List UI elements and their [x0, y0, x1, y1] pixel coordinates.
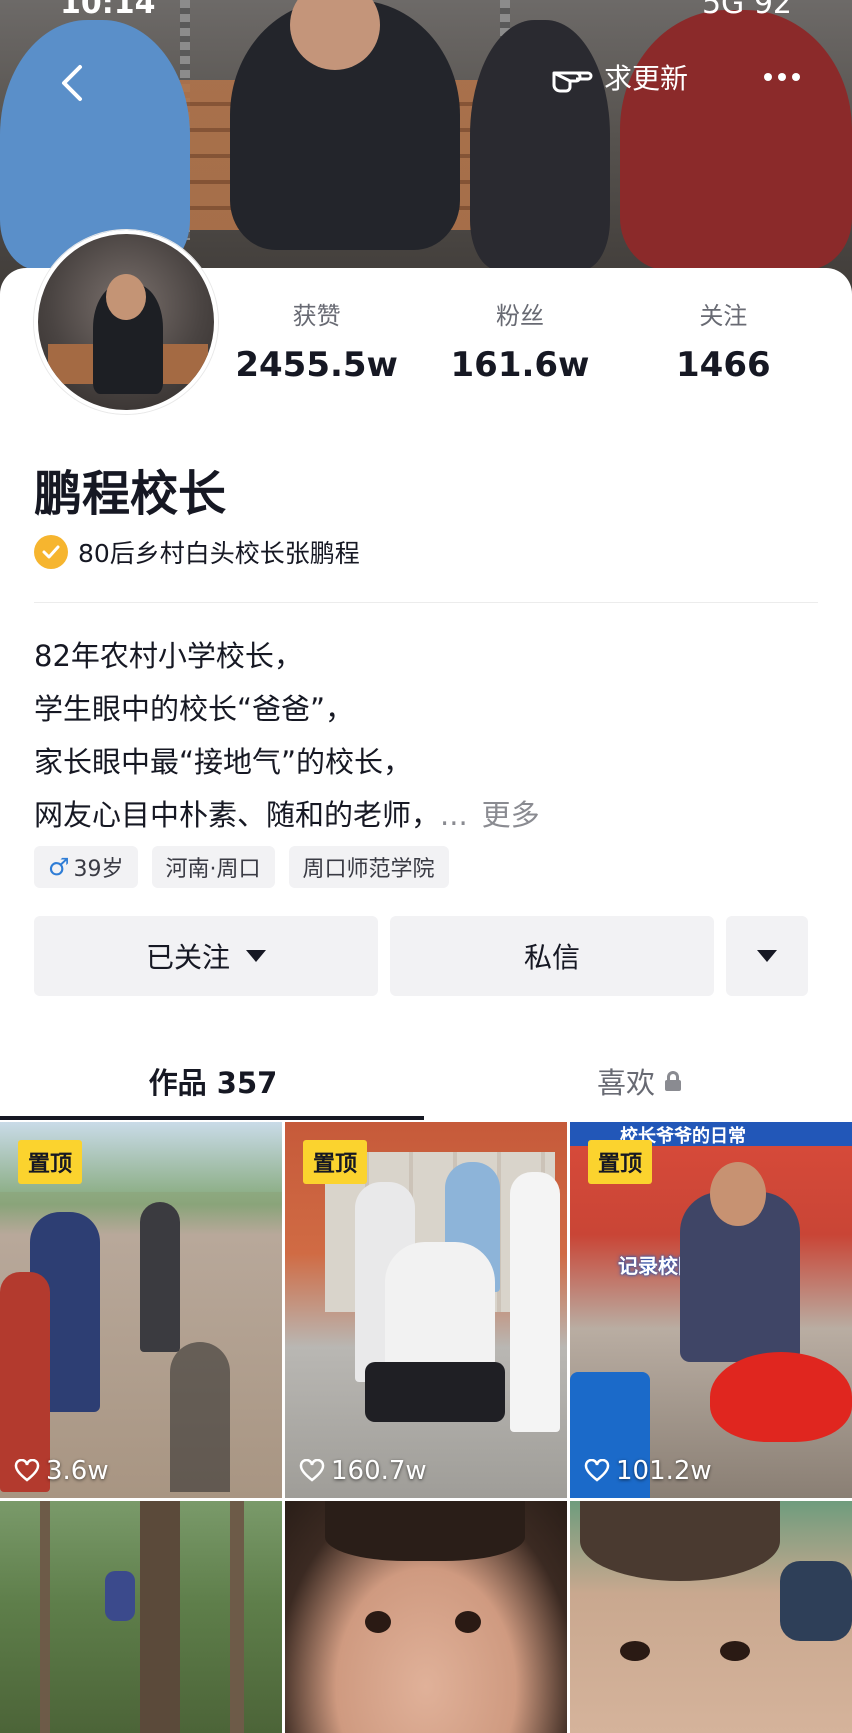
- dot-icon: [792, 73, 800, 81]
- scene-hair: [325, 1501, 525, 1561]
- divider: [34, 602, 818, 603]
- video-thumbnail[interactable]: 置顶 3.6w: [0, 1122, 282, 1498]
- bio-line-last: 网友心目中朴素、随和的老师，... 更多: [34, 789, 540, 842]
- video-thumbnail[interactable]: [285, 1501, 567, 1733]
- stat-likes[interactable]: 获赞 2455.5w: [215, 296, 418, 386]
- scene-principal-face: [710, 1162, 766, 1226]
- stat-label: 关注: [699, 302, 748, 330]
- status-time: 10:14: [60, 0, 156, 21]
- scene-person: [105, 1571, 135, 1621]
- scene-tree: [140, 1501, 180, 1733]
- video-likes: 160.7w: [299, 1456, 427, 1486]
- scene-tree: [40, 1501, 50, 1733]
- verified-title: 80后乡村白头校长张鹏程: [34, 534, 360, 570]
- profile-stats: 获赞 2455.5w 粉丝 161.6w 关注 1466: [215, 296, 825, 386]
- bio-line: 网友心目中朴素、随和的老师，: [34, 798, 441, 832]
- video-likes-count: 160.7w: [331, 1456, 427, 1486]
- caret-down-icon: [246, 950, 266, 962]
- video-grid: 置顶 3.6w 置顶 160.7w 校长爷爷的日常 记录校园故事 置顶 101.…: [0, 1122, 852, 1733]
- tag-location[interactable]: 河南·周口: [151, 846, 275, 888]
- video-likes: 3.6w: [14, 1456, 109, 1486]
- pinned-badge: 置顶: [303, 1140, 368, 1184]
- request-update-button[interactable]: 求更新: [540, 52, 720, 102]
- tag-age: ♂ 39岁: [34, 846, 138, 888]
- message-label: 私信: [523, 941, 580, 974]
- profile-actions: 已关注 私信: [34, 916, 808, 996]
- following-button[interactable]: 已关注: [34, 916, 378, 996]
- chevron-left-icon: [62, 65, 82, 101]
- profile-tags: ♂ 39岁 河南·周口 周口师范学院: [34, 846, 449, 888]
- scene-student: [140, 1202, 180, 1352]
- dot-icon: [778, 73, 786, 81]
- content-tabs: 作品 357 喜欢: [0, 1042, 852, 1120]
- tab-likes[interactable]: 喜欢: [426, 1042, 852, 1120]
- video-thumbnail[interactable]: [570, 1501, 852, 1733]
- stat-value: 161.6w: [450, 345, 590, 385]
- caret-down-icon: [757, 950, 777, 962]
- message-button[interactable]: 私信: [390, 916, 714, 996]
- profile-bio[interactable]: 82年农村小学校长， 学生眼中的校长“爸爸”， 家长眼中最“接地气”的校长， 网…: [34, 630, 540, 842]
- dot-icon: [764, 73, 772, 81]
- scene-eye: [720, 1641, 750, 1661]
- tag-school-text: 周口师范学院: [302, 857, 435, 882]
- scene-eye: [620, 1641, 650, 1661]
- tab-likes-label: 喜欢: [596, 1066, 655, 1100]
- tab-works[interactable]: 作品 357: [0, 1042, 426, 1120]
- tab-works-label: 作品 357: [148, 1066, 278, 1100]
- video-thumbnail[interactable]: 校长爷爷的日常 记录校园故事 置顶 101.2w: [570, 1122, 852, 1498]
- pointing-hand-icon: [552, 71, 593, 93]
- profile-name: 鹏程校长: [34, 466, 227, 522]
- scene-basin: [710, 1352, 852, 1442]
- scene-eye: [455, 1611, 481, 1633]
- lock-icon: [665, 1071, 681, 1091]
- scene-eye: [365, 1611, 391, 1633]
- stat-label: 粉丝: [495, 302, 544, 330]
- stat-value: 2455.5w: [235, 345, 398, 385]
- stat-followers[interactable]: 粉丝 161.6w: [418, 296, 621, 386]
- pinned-badge: 置顶: [18, 1140, 83, 1184]
- banner-child-right: [620, 10, 852, 270]
- scene-tree: [230, 1501, 244, 1733]
- tag-school[interactable]: 周口师范学院: [288, 846, 449, 888]
- checkmark-icon: [42, 545, 60, 559]
- heart-icon: [299, 1459, 325, 1482]
- stat-value: 1466: [676, 345, 771, 385]
- tab-active-indicator: [0, 1116, 424, 1120]
- bio-ellipsis: ...: [440, 798, 468, 832]
- scene-principal-legs: [365, 1362, 505, 1422]
- heart-icon: [584, 1459, 610, 1482]
- scene-person: [780, 1561, 852, 1641]
- tag-location-text: 河南·周口: [165, 857, 261, 882]
- pinned-badge: 置顶: [588, 1140, 653, 1184]
- video-thumbnail[interactable]: [0, 1501, 282, 1733]
- scene-student: [510, 1172, 560, 1432]
- avatar-head: [106, 274, 146, 320]
- video-likes-count: 3.6w: [46, 1456, 109, 1486]
- video-likes-count: 101.2w: [616, 1456, 712, 1486]
- heart-icon: [14, 1459, 40, 1482]
- stat-label: 获赞: [292, 302, 341, 330]
- status-indicators: 5G 92: [701, 0, 792, 21]
- stat-following[interactable]: 关注 1466: [622, 296, 825, 386]
- following-label: 已关注: [145, 941, 230, 974]
- bio-line: 82年农村小学校长，: [34, 639, 303, 673]
- more-actions-button[interactable]: [726, 916, 808, 996]
- tag-age-text: 39岁: [73, 857, 124, 882]
- video-likes: 101.2w: [584, 1456, 712, 1486]
- scene-shadow: [170, 1342, 230, 1492]
- more-options-button[interactable]: [752, 50, 812, 104]
- verified-title-text: 80后乡村白头校长张鹏程: [78, 539, 360, 568]
- scene-hair: [580, 1501, 780, 1581]
- video-thumbnail[interactable]: 置顶 160.7w: [285, 1122, 567, 1498]
- avatar[interactable]: [34, 230, 218, 414]
- verified-badge-icon: [34, 535, 68, 569]
- bio-more-link[interactable]: 更多: [482, 798, 540, 832]
- back-button[interactable]: [42, 52, 104, 114]
- bio-line: 家长眼中最“接地气”的校长，: [34, 745, 413, 779]
- request-update-label: 求更新: [604, 62, 689, 95]
- male-icon: ♂: [48, 853, 70, 881]
- bio-line: 学生眼中的校长“爸爸”，: [34, 692, 355, 726]
